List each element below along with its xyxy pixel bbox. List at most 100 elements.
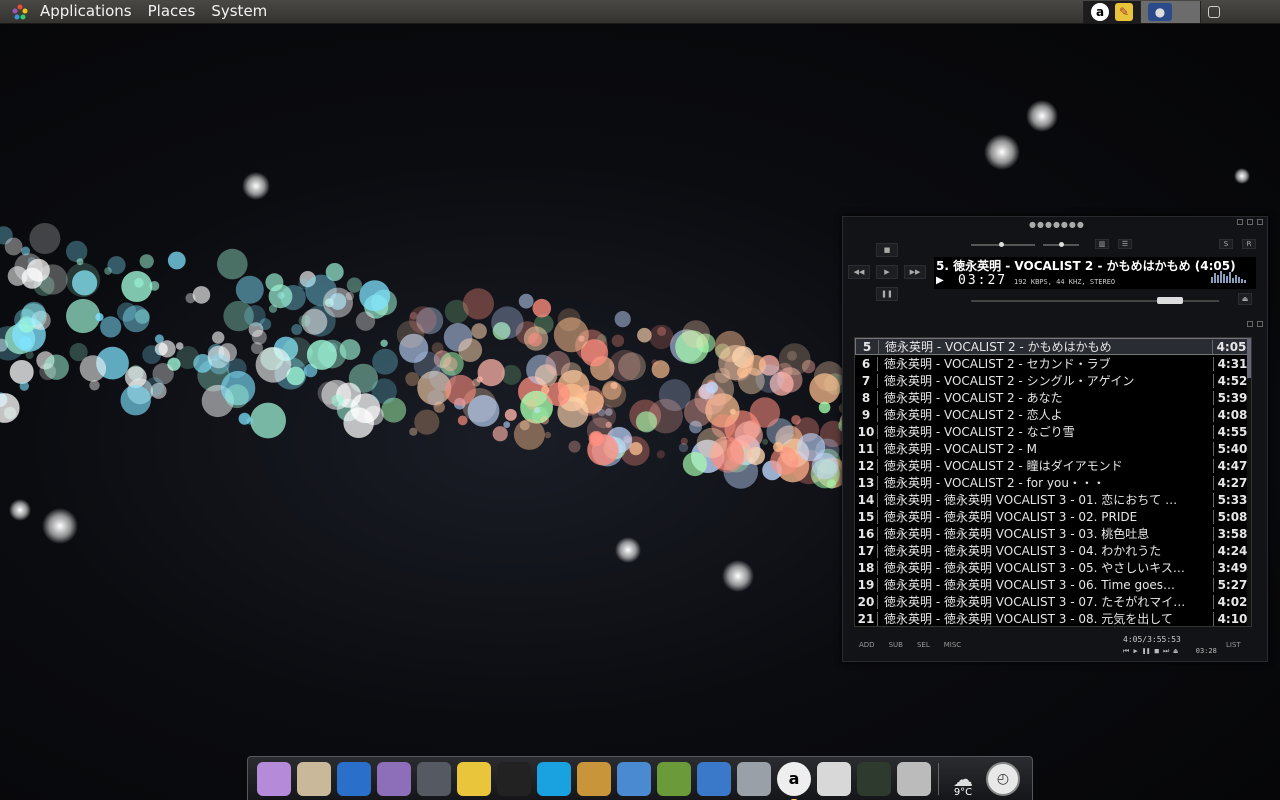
playlist-row[interactable]: 20 徳永英明 - 徳永英明 VOCALIST 3 - 07. たそがれマイ… 4:… — [855, 593, 1251, 610]
menu-system[interactable]: System — [203, 0, 275, 24]
track-number: 14 — [855, 492, 878, 507]
track-title: 徳永英明 - VOCALIST 2 - かもめはかもめ — [885, 340, 1112, 354]
playlist-row[interactable]: 16 徳永英明 - 徳永英明 VOCALIST 3 - 03. 桃色吐息 3:58 — [855, 525, 1251, 542]
track-number: 7 — [855, 373, 878, 388]
playlist-row[interactable]: 6 徳永英明 - VOCALIST 2 - セカンド・ラブ 4:31 — [855, 355, 1251, 372]
track-number: 21 — [855, 611, 878, 626]
track-title: 徳永英明 - VOCALIST 2 - 瞳はダイアモンド — [884, 459, 1123, 473]
next-button[interactable]: ▶▶ — [904, 265, 926, 279]
playlist-close-button[interactable] — [1257, 321, 1263, 327]
track-duration: 4:52 — [1213, 373, 1251, 388]
playlist-shade-button[interactable] — [1247, 321, 1253, 327]
track-duration: 4:08 — [1213, 407, 1251, 422]
weather-temperature: 9°C — [953, 786, 973, 798]
stream-info: 192 KBPS, 44 KHZ, STEREO — [1014, 278, 1116, 286]
playlist-row[interactable]: 21 徳永英明 - 徳永英明 VOCALIST 3 - 08. 元気を出して 4:1… — [855, 610, 1251, 626]
menu-applications[interactable]: Applications — [32, 0, 140, 24]
mini-transport-icons[interactable]: ⏮ ▶ ❚❚ ■ ⏭ ⏏ — [1123, 647, 1178, 656]
dock: a ☁ 9°C ◴ — [247, 756, 1033, 800]
skype-icon[interactable] — [537, 761, 571, 796]
disk-icon[interactable] — [897, 761, 931, 796]
track-duration: 5:33 — [1213, 492, 1251, 507]
volume-slider[interactable] — [971, 242, 1035, 247]
monitor-icon[interactable] — [417, 761, 451, 796]
pause-button[interactable]: ❚❚ — [876, 287, 898, 301]
equalizer-toggle[interactable]: ▥ — [1095, 239, 1109, 249]
minimize-button[interactable] — [1237, 219, 1243, 225]
track-duration: 4:02 — [1213, 594, 1251, 609]
track-title: 徳永英明 - 徳永英明 VOCALIST 3 - 04. わかれうた — [884, 544, 1162, 558]
seek-knob[interactable] — [1157, 297, 1183, 304]
playlist-row[interactable]: 17 徳永英明 - 徳永英明 VOCALIST 3 - 04. わかれうた 4:24 — [855, 542, 1251, 559]
pidgin-chat-icon[interactable] — [377, 761, 411, 796]
misc-button[interactable]: MISC — [944, 641, 961, 649]
seek-bar[interactable] — [971, 297, 1219, 304]
track-number: 15 — [855, 509, 878, 524]
distro-logo-icon[interactable] — [12, 4, 28, 20]
playlist-row[interactable]: 12 徳永英明 - VOCALIST 2 - 瞳はダイアモンド 4:47 — [855, 457, 1251, 474]
chart-app-icon[interactable] — [697, 761, 731, 796]
qq-penguin-icon[interactable] — [497, 761, 531, 796]
track-title: 徳永英明 - VOCALIST 2 - シングル・アゲイン — [884, 374, 1135, 388]
playlist-row[interactable]: 11 徳永英明 - VOCALIST 2 - M 5:40 — [855, 440, 1251, 457]
book-icon[interactable] — [657, 761, 691, 796]
workspace-switcher-icon[interactable]: ● — [1148, 3, 1172, 21]
shuffle-toggle[interactable]: S — [1219, 239, 1233, 249]
audacious-dock-icon[interactable]: a — [777, 761, 811, 800]
menu-places[interactable]: Places — [140, 0, 204, 24]
add-button[interactable]: ADD — [859, 641, 875, 649]
playlist-totals: 4:05/3:55:53 — [1123, 635, 1181, 644]
track-duration: 4:55 — [1213, 424, 1251, 439]
clock-icon[interactable]: ◴ — [986, 761, 1020, 796]
sel-button[interactable]: SEL — [917, 641, 930, 649]
playlist-row[interactable]: 5 徳永英明 - VOCALIST 2 - かもめはかもめ 4:05 — [855, 338, 1251, 355]
playlist-row[interactable]: 13 徳永英明 - VOCALIST 2 - for you・・・ 4:27 — [855, 474, 1251, 491]
playlist-scrollbar[interactable] — [1247, 338, 1251, 626]
playlist-row[interactable]: 8 徳永英明 - VOCALIST 2 - あなた 5:39 — [855, 389, 1251, 406]
track-title: 徳永英明 - VOCALIST 2 - 恋人よ — [884, 408, 1063, 422]
text-editor-icon[interactable] — [457, 761, 491, 796]
track-duration: 4:10 — [1213, 611, 1251, 626]
browser-globe-icon[interactable] — [337, 761, 371, 796]
track-title: 徳永英明 - 徳永英明 VOCALIST 3 - 06. Time goes… — [884, 578, 1176, 592]
mini-controls[interactable]: ⏮ ▶ ❚❚ ■ ⏭ ⏏ 03:28 — [1123, 647, 1217, 656]
list-button[interactable]: LIST — [1226, 641, 1241, 649]
chromium-icon[interactable] — [617, 761, 651, 796]
playlist-row[interactable]: 14 徳永英明 - 徳永英明 VOCALIST 3 - 01. 恋におちて … 5:… — [855, 491, 1251, 508]
playlist-row[interactable]: 19 徳永英明 - 徳永英明 VOCALIST 3 - 06. Time goes… — [855, 576, 1251, 593]
close-button[interactable] — [1257, 219, 1263, 225]
track-title: 徳永英明 - 徳永英明 VOCALIST 3 - 08. 元気を出して — [884, 612, 1173, 626]
playlist-row[interactable]: 9 徳永英明 - VOCALIST 2 - 恋人よ 4:08 — [855, 406, 1251, 423]
player-titlebar[interactable]: ●●●●●●● — [843, 217, 1267, 231]
sub-button[interactable]: SUB — [889, 641, 903, 649]
system-monitor-icon[interactable] — [857, 761, 891, 796]
play-button[interactable]: ▶ — [876, 265, 898, 279]
stop-button[interactable]: ■ — [876, 243, 898, 257]
playlist-row[interactable]: 7 徳永英明 - VOCALIST 2 - シングル・アゲイン 4:52 — [855, 372, 1251, 389]
notes-icon[interactable]: ✎ — [1115, 3, 1133, 21]
maximize-button[interactable] — [1247, 219, 1253, 225]
playlist-row[interactable]: 18 徳永英明 - 徳永英明 VOCALIST 3 - 05. やさしいキス… 3:… — [855, 559, 1251, 576]
playlist: 5 徳永英明 - VOCALIST 2 - かもめはかもめ 4:05 6 徳永英明 - … — [854, 337, 1252, 627]
weather-icon[interactable]: ☁ 9°C — [946, 762, 980, 798]
audacious-icon[interactable]: a — [1091, 3, 1109, 21]
show-desktop-icon[interactable] — [1208, 6, 1220, 18]
track-number: 10 — [855, 424, 878, 439]
eject-button[interactable]: ⏏ — [1238, 293, 1252, 305]
webcam-icon[interactable] — [737, 761, 771, 796]
previous-button[interactable]: ◀◀ — [848, 265, 870, 279]
audacious-logo: ●●●●●●● — [1029, 220, 1085, 229]
repeat-toggle[interactable]: R — [1242, 239, 1256, 249]
gedit-icon[interactable] — [817, 761, 851, 796]
file-manager-icon[interactable] — [297, 761, 331, 796]
gnu-icon[interactable] — [577, 761, 611, 796]
track-duration: 3:49 — [1213, 560, 1251, 575]
balance-slider[interactable] — [1043, 242, 1079, 247]
playlist-row[interactable]: 15 徳永英明 - 徳永英明 VOCALIST 3 - 02. PRIDE 5:08 — [855, 508, 1251, 525]
playlist-toggle[interactable]: ☰ — [1118, 239, 1132, 249]
track-duration: 3:58 — [1213, 526, 1251, 541]
settings-app-icon[interactable] — [257, 761, 291, 796]
track-title: 徳永英明 - 徳永英明 VOCALIST 3 - 07. たそがれマイ… — [884, 595, 1186, 609]
playlist-row[interactable]: 10 徳永英明 - VOCALIST 2 - なごり雪 4:55 — [855, 423, 1251, 440]
mini-time: 03:28 — [1195, 647, 1217, 655]
